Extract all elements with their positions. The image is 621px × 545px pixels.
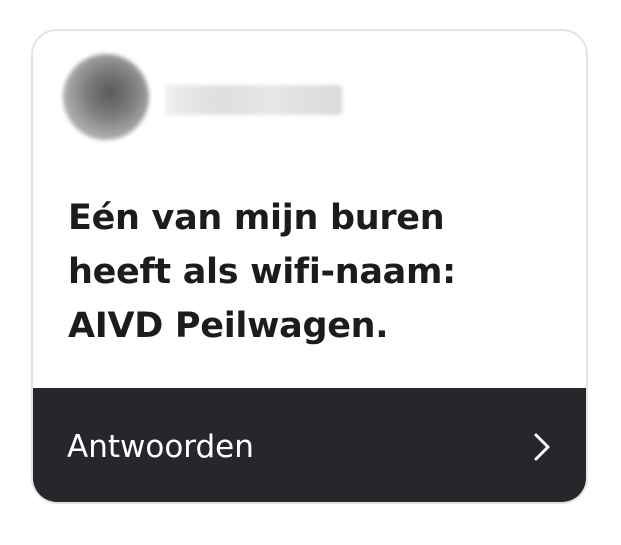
- reply-label: Antwoorden: [67, 429, 254, 465]
- message-line: AIVD Peilwagen.: [68, 306, 389, 346]
- chevron-right-icon: [532, 432, 552, 462]
- post-header: [33, 31, 586, 161]
- avatar[interactable]: [63, 54, 149, 140]
- reply-button[interactable]: Antwoorden: [33, 388, 586, 502]
- username-redacted: [166, 85, 342, 115]
- post-message: Eén van mijn buren heeft als wifi-naam: …: [68, 191, 558, 353]
- message-line: heeft als wifi-naam:: [68, 252, 456, 292]
- post-card: Eén van mijn buren heeft als wifi-naam: …: [31, 29, 588, 504]
- message-line: Eén van mijn buren: [68, 198, 445, 238]
